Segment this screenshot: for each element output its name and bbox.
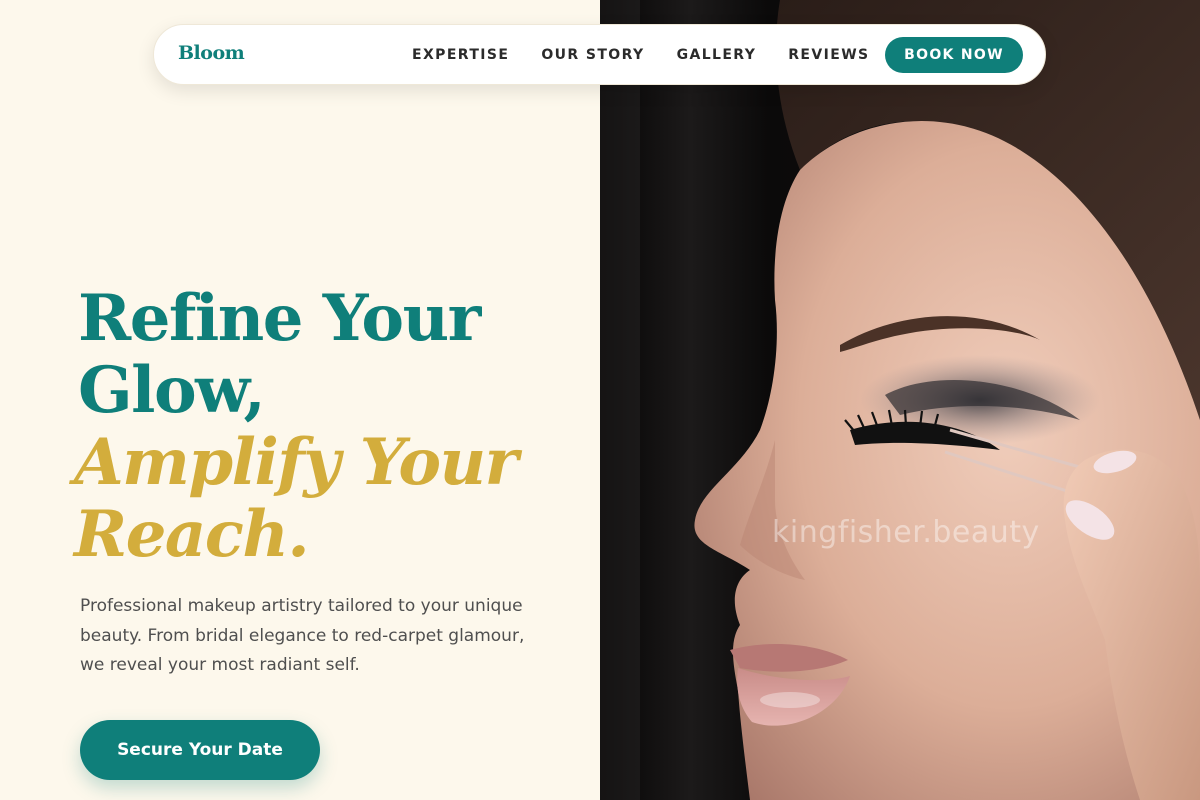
secure-date-button[interactable]: Secure Your Date: [80, 720, 320, 780]
brand-logo[interactable]: Bloom: [178, 42, 245, 64]
nav-links: EXPERTISE OUR STORY GALLERY REVIEWS: [412, 25, 902, 84]
image-watermark: kingfisher.beauty: [772, 515, 1040, 550]
headline-primary: Refine Your Glow,: [78, 281, 481, 428]
nav-link-our-story[interactable]: OUR STORY: [541, 47, 644, 63]
nav-link-expertise[interactable]: EXPERTISE: [412, 47, 509, 63]
hero-image: [600, 0, 1200, 800]
navbar: Bloom EXPERTISE OUR STORY GALLERY REVIEW…: [153, 24, 1046, 85]
nav-link-reviews[interactable]: REVIEWS: [788, 47, 869, 63]
book-now-button[interactable]: BOOK NOW: [885, 37, 1023, 73]
portrait-illustration: [600, 0, 1200, 800]
nav-link-gallery[interactable]: GALLERY: [677, 47, 757, 63]
hero-headline: Refine Your Glow, Amplify Your Reach.: [74, 281, 598, 571]
hero-subtitle: Professional makeup artistry tailored to…: [80, 596, 525, 675]
landing-page: kingfisher.beauty Bloom EXPERTISE OUR ST…: [0, 0, 1200, 800]
headline-accent: Amplify Your Reach.: [74, 425, 518, 572]
